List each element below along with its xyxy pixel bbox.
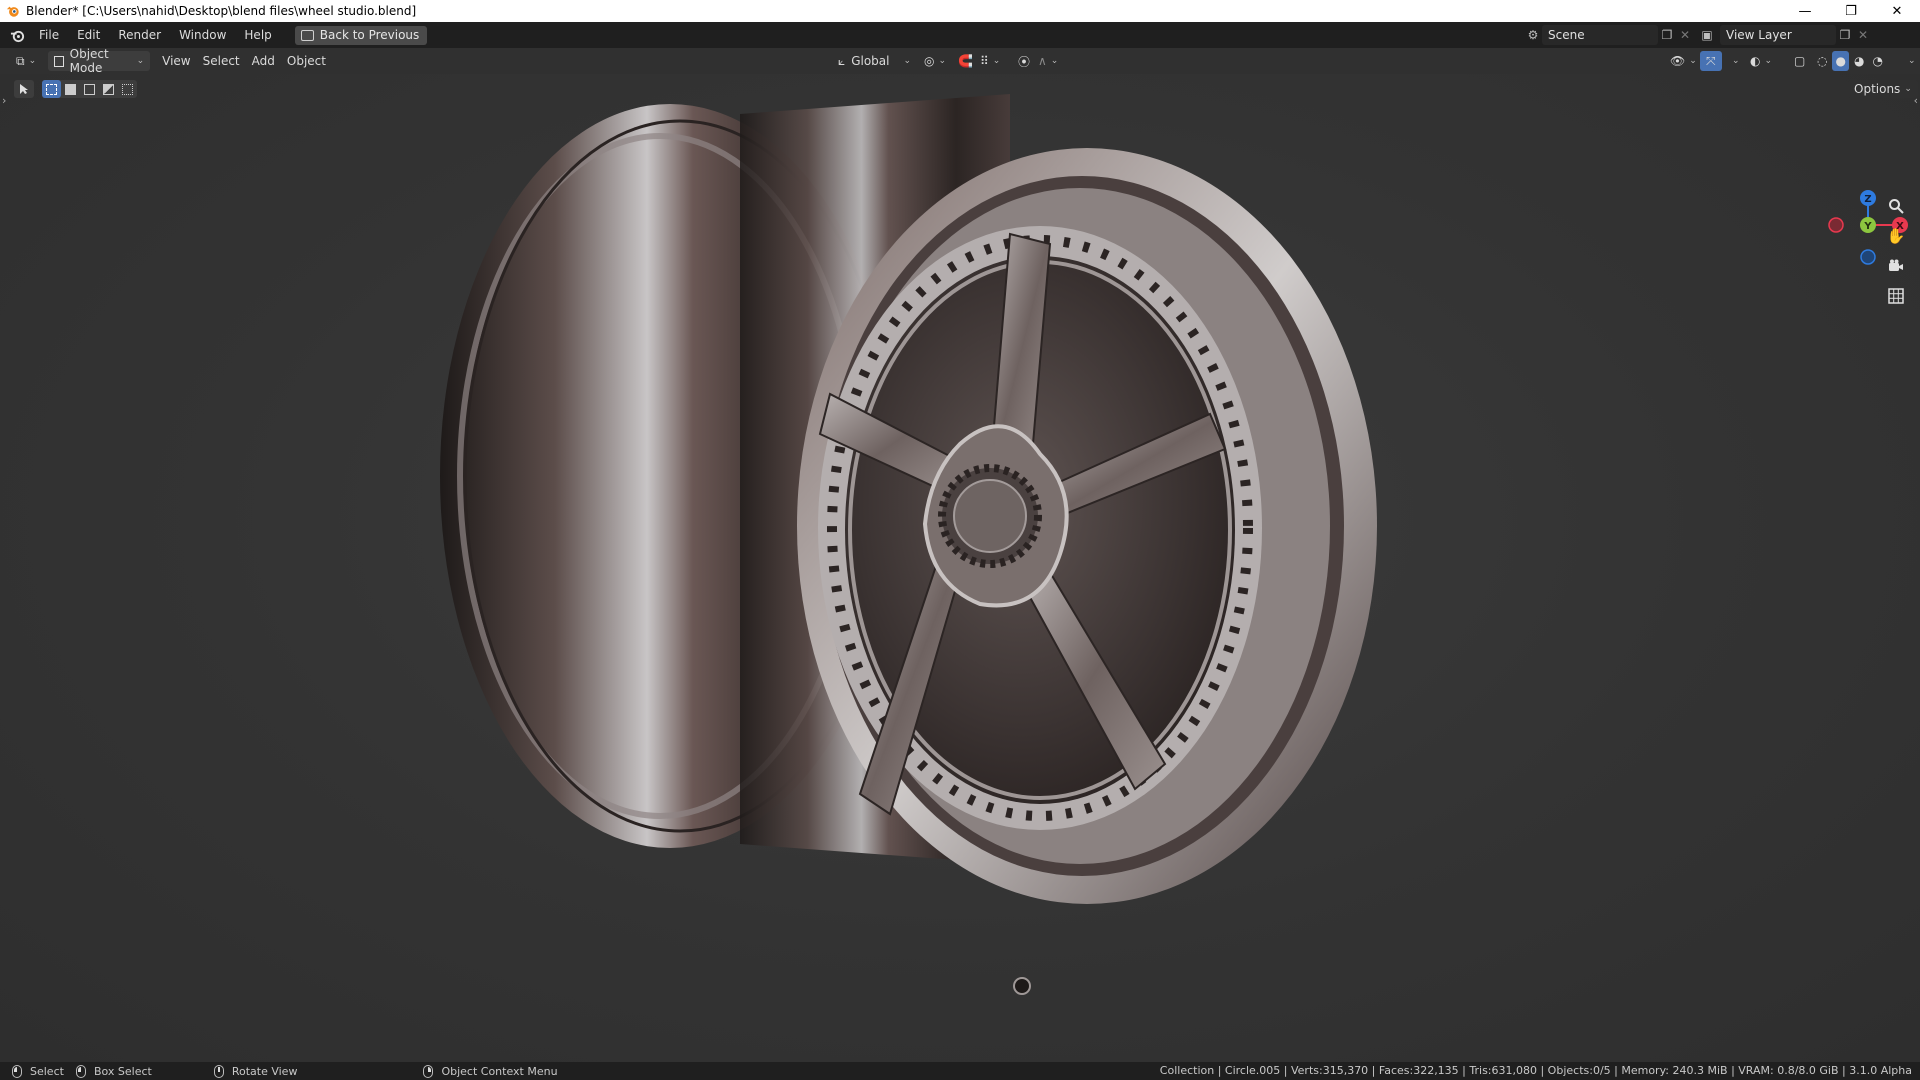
view-layer-icon[interactable]: ▣ bbox=[1698, 26, 1716, 44]
screen-back-icon bbox=[300, 29, 314, 41]
back-to-previous-label: Back to Previous bbox=[319, 28, 420, 42]
select-subtract-icon[interactable] bbox=[80, 80, 99, 98]
zoom-icon[interactable] bbox=[1884, 194, 1908, 218]
menu-window[interactable]: Window bbox=[170, 22, 235, 48]
status-bar: Select Box Select Rotate View Object Con… bbox=[0, 1062, 1920, 1080]
status-context-menu-label: Object Context Menu bbox=[441, 1064, 558, 1078]
restore-button[interactable]: ❐ bbox=[1828, 0, 1874, 22]
falloff-dropdown[interactable]: ∧ ⌄ bbox=[1032, 51, 1064, 71]
grid-toggle-icon[interactable] bbox=[1884, 284, 1908, 308]
3d-viewport[interactable]: Options ⌄ Z X Y ✋ › ‹ bbox=[0, 74, 1920, 1062]
select-intersect-icon[interactable] bbox=[118, 80, 137, 98]
scene-statistics: Collection | Circle.005 | Verts:315,370 … bbox=[1159, 1064, 1912, 1077]
overlays-toggle-icon[interactable]: ◐ ⌄ bbox=[1744, 51, 1778, 71]
sidebar-expand-icon[interactable]: ‹ bbox=[1914, 94, 1918, 107]
new-scene-icon[interactable]: ❐ bbox=[1658, 26, 1676, 44]
snap-target-dropdown[interactable]: ⠿ ⌄ bbox=[974, 51, 1006, 71]
camera-view-icon[interactable] bbox=[1884, 254, 1908, 278]
toolbar-expand-icon[interactable]: › bbox=[2, 94, 6, 107]
menu-add[interactable]: Add bbox=[246, 51, 281, 71]
minimize-button[interactable]: — bbox=[1782, 0, 1828, 22]
visibility-dropdown[interactable]: 👁 ⌄ bbox=[1664, 51, 1703, 71]
mode-label: Object Mode bbox=[69, 47, 109, 75]
editor-type-icon: ⧉ bbox=[16, 53, 25, 68]
wheel-render bbox=[440, 94, 1377, 995]
delete-scene-icon[interactable]: ✕ bbox=[1676, 26, 1694, 44]
pivot-point-dropdown[interactable]: ◎ ⌄ bbox=[918, 51, 952, 71]
status-context-menu: Object Context Menu bbox=[423, 1064, 558, 1078]
mouse-middle-icon bbox=[213, 1064, 224, 1078]
status-rotate-view-label: Rotate View bbox=[231, 1064, 298, 1078]
scene-icon[interactable]: ⚙ bbox=[1524, 26, 1542, 44]
select-invert-icon[interactable] bbox=[99, 80, 118, 98]
blender-menu-icon[interactable] bbox=[8, 26, 26, 44]
active-tool-icon[interactable] bbox=[14, 80, 34, 98]
menu-help[interactable]: Help bbox=[235, 22, 280, 48]
blender-logo-icon bbox=[6, 6, 19, 17]
status-select-label: Select bbox=[30, 1064, 64, 1078]
status-box-select: Box Select bbox=[75, 1064, 152, 1078]
orientation-icon: ⟀ bbox=[838, 53, 846, 68]
gizmo-y-label: Y bbox=[1863, 221, 1872, 232]
gizmo-toggle-icon[interactable]: ⤧ bbox=[1700, 51, 1722, 71]
solid-shading-icon[interactable]: ● bbox=[1832, 51, 1849, 71]
material-shading-icon[interactable]: ◕ bbox=[1851, 51, 1867, 71]
menu-edit[interactable]: Edit bbox=[68, 22, 109, 48]
window-titlebar: Blender* [C:\Users\nahid\Desktop\blend f… bbox=[0, 0, 1920, 22]
xray-toggle-icon[interactable]: ▢ bbox=[1788, 51, 1811, 71]
menu-render[interactable]: Render bbox=[109, 22, 170, 48]
options-label: Options bbox=[1854, 82, 1901, 96]
transform-orientation-dropdown[interactable]: ⟀ Global ⌄ bbox=[832, 51, 917, 71]
gizmo-dropdown[interactable]: ⌄ bbox=[1722, 51, 1746, 71]
viewport-header: ⧉ ⌄ Object Mode ⌄ View Select Add Object ⟀… bbox=[0, 47, 1920, 75]
rendered-shading-icon[interactable]: ◔ bbox=[1869, 51, 1885, 71]
shading-mode-group: ◌ ● ◕ ◔ bbox=[1814, 51, 1886, 71]
selection-mode-group bbox=[42, 80, 137, 98]
status-select: Select bbox=[12, 1064, 64, 1078]
mouse-right-icon bbox=[423, 1064, 434, 1078]
top-menu-bar: File Edit Render Window Help Back to Pre… bbox=[0, 22, 1920, 48]
pan-hand-icon[interactable]: ✋ bbox=[1884, 224, 1908, 248]
shading-options-dropdown[interactable]: ⌄ bbox=[1898, 51, 1920, 71]
scene-selector: ⚙ Scene ❐ ✕ ▣ View Layer ❐ ✕ bbox=[1524, 25, 1872, 45]
editor-type-dropdown[interactable]: ⧉ ⌄ bbox=[10, 51, 42, 71]
scene-name: Scene bbox=[1548, 28, 1585, 42]
back-to-previous-button[interactable]: Back to Previous bbox=[294, 25, 428, 45]
orientation-label: Global bbox=[851, 54, 890, 68]
mouse-left-icon bbox=[12, 1064, 22, 1078]
menu-file[interactable]: File bbox=[30, 22, 68, 48]
menu-object[interactable]: Object bbox=[281, 51, 332, 71]
gizmo-z-label: Z bbox=[1864, 194, 1871, 205]
menu-view[interactable]: View bbox=[156, 51, 196, 71]
gizmo-neg-x-axis[interactable] bbox=[1828, 217, 1844, 233]
view-layer-name: View Layer bbox=[1726, 28, 1792, 42]
new-view-layer-icon[interactable]: ❐ bbox=[1836, 26, 1854, 44]
select-new-icon[interactable] bbox=[42, 80, 61, 98]
mode-dropdown[interactable]: Object Mode ⌄ bbox=[48, 47, 151, 75]
scene-name-field[interactable]: Scene bbox=[1542, 25, 1658, 45]
gizmo-neg-z-axis[interactable] bbox=[1860, 249, 1876, 265]
delete-view-layer-icon[interactable]: ✕ bbox=[1854, 26, 1872, 44]
options-dropdown[interactable]: Options ⌄ bbox=[1848, 80, 1918, 98]
select-extend-icon[interactable] bbox=[61, 80, 80, 98]
mouse-drag-icon bbox=[75, 1064, 86, 1078]
object-mode-icon bbox=[54, 55, 64, 67]
close-button[interactable]: ✕ bbox=[1874, 0, 1920, 22]
window-title: Blender* [C:\Users\nahid\Desktop\blend f… bbox=[26, 4, 417, 18]
status-box-select-label: Box Select bbox=[93, 1064, 152, 1078]
wireframe-shading-icon[interactable]: ◌ bbox=[1814, 51, 1830, 71]
tool-settings-row bbox=[14, 80, 137, 98]
status-rotate-view: Rotate View bbox=[213, 1064, 298, 1078]
menu-select[interactable]: Select bbox=[197, 51, 246, 71]
view-layer-field[interactable]: View Layer bbox=[1720, 25, 1836, 45]
